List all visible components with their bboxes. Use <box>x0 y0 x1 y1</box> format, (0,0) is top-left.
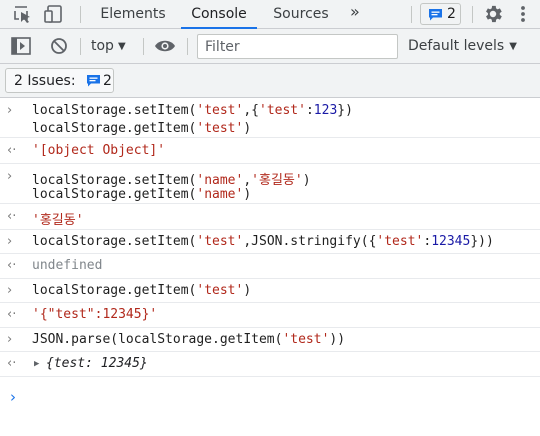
code-token: )) <box>329 332 346 347</box>
issues-counter-button[interactable]: 2 <box>420 3 461 25</box>
console-output-object[interactable]: {test: 12345} <box>46 356 148 371</box>
issue-message-icon <box>428 8 443 25</box>
string-token: 'test' <box>259 103 306 118</box>
inspect-element-icon[interactable] <box>12 4 34 24</box>
string-token: 'test' <box>196 283 244 298</box>
console-output-value[interactable]: '[object Object]' <box>32 143 165 158</box>
console-input-row: › localStorage.setItem('name','홍길동') loc… <box>0 164 540 204</box>
code-token: localStorage.getItem( <box>32 283 197 298</box>
console-output-row: ‹· '홍길동' <box>0 204 540 230</box>
console-input-line: localStorage.getItem('test') <box>32 283 251 298</box>
console-messages: › localStorage.setItem('test',{'test':12… <box>0 98 540 377</box>
issues-bar: 2 Issues: 2 <box>0 64 540 98</box>
code-token: JSON.parse(localStorage.getItem( <box>32 332 283 347</box>
gear-icon[interactable] <box>482 3 504 23</box>
expand-triangle-icon[interactable]: ▶ <box>34 359 39 369</box>
toolbar-divider <box>80 38 81 55</box>
issues-button[interactable]: 2 Issues: 2 <box>5 68 114 93</box>
toolbar-divider <box>472 6 473 23</box>
code-token: ) <box>302 173 311 188</box>
console-output-row: ‹· '{"test":12345}' <box>0 303 540 328</box>
number-token: 123 <box>313 103 338 118</box>
console-output-value[interactable]: undefined <box>32 258 102 273</box>
console-prompt-icon[interactable]: › <box>10 388 16 406</box>
output-arrow-icon: ‹· <box>7 307 17 322</box>
code-token: ) <box>243 283 252 298</box>
number-token: 12345 <box>431 234 471 249</box>
toolbar-divider <box>411 6 412 23</box>
tab-sources[interactable]: Sources <box>265 0 337 28</box>
console-input-line: localStorage.setItem('name','홍길동') <box>32 169 311 188</box>
input-chevron-icon: › <box>7 234 13 249</box>
devtools-tab-bar: Elements Console Sources » 2 <box>0 0 540 29</box>
toolbar-divider <box>80 6 81 23</box>
string-token: 'test' <box>196 103 244 118</box>
code-token: localStorage.setItem( <box>32 234 197 249</box>
console-input-line: localStorage.getItem('name') <box>32 187 251 202</box>
output-arrow-icon: ‹· <box>7 209 17 224</box>
device-toolbar-icon[interactable] <box>44 4 66 24</box>
clear-console-icon[interactable] <box>50 37 72 57</box>
console-output-value[interactable]: '{"test":12345}' <box>32 307 157 322</box>
output-arrow-icon: ‹· <box>7 258 17 273</box>
output-arrow-icon: ‹· <box>7 143 17 158</box>
string-token: 'name' <box>196 187 244 202</box>
tab-elements[interactable]: Elements <box>93 0 173 28</box>
string-token: 'name' <box>196 173 244 188</box>
issues-label: 2 Issues: <box>14 73 76 89</box>
code-token: localStorage.setItem( <box>32 103 197 118</box>
string-token: 'test' <box>376 234 424 249</box>
string-token: '홍길동' <box>251 173 303 188</box>
context-label: top <box>91 38 114 54</box>
tab-console[interactable]: Console <box>181 0 257 29</box>
toolbar-divider <box>187 38 188 55</box>
output-arrow-icon: ‹· <box>7 356 17 371</box>
code-token: }) <box>337 103 353 118</box>
code-token: ) <box>243 121 252 136</box>
console-input-row: › localStorage.setItem('test',{'test':12… <box>0 98 540 138</box>
code-token: ,JSON.stringify({ <box>243 234 377 249</box>
code-token: ) <box>243 187 252 202</box>
console-output-row: ‹· undefined <box>0 254 540 279</box>
string-token: 'test' <box>196 121 244 136</box>
console-input-line: localStorage.setItem('test',JSON.stringi… <box>32 234 494 249</box>
log-levels-dropdown[interactable]: Default levels ▼ <box>408 38 517 54</box>
issues-count: 2 <box>447 6 456 22</box>
input-chevron-icon: › <box>7 283 13 298</box>
context-selector[interactable]: top ▼ <box>91 38 126 54</box>
code-token: })) <box>470 234 494 249</box>
log-levels-label: Default levels <box>408 38 505 54</box>
chevron-down-icon: ▼ <box>509 41 517 52</box>
code-token: localStorage.getItem( <box>32 187 197 202</box>
code-token: : <box>305 103 314 118</box>
code-token: , <box>243 173 252 188</box>
input-chevron-icon: › <box>7 332 13 347</box>
console-output-value[interactable]: '홍길동' <box>32 209 84 228</box>
live-expression-icon[interactable] <box>154 38 176 58</box>
toolbar-divider <box>143 38 144 55</box>
console-input-line: JSON.parse(localStorage.getItem('test')) <box>32 332 345 347</box>
code-token: ,{ <box>243 103 259 118</box>
show-sidebar-icon[interactable] <box>11 37 33 57</box>
more-tabs-button[interactable]: » <box>350 2 360 21</box>
console-toolbar: top▼ Default levels▼ <box>0 29 540 64</box>
console-input-row: › localStorage.setItem('test',JSON.strin… <box>0 230 540 254</box>
string-token: 'test' <box>196 234 244 249</box>
more-vertical-icon[interactable] <box>516 4 530 24</box>
console-output-row: ‹· '[object Object]' <box>0 138 540 164</box>
string-token: 'test' <box>282 332 330 347</box>
input-chevron-icon: › <box>7 103 13 118</box>
console-input-row: › JSON.parse(localStorage.getItem('test'… <box>0 328 540 352</box>
code-token: localStorage.setItem( <box>32 173 197 188</box>
console-output-row: ‹· ▶ {test: 12345} <box>0 352 540 377</box>
input-chevron-icon: › <box>7 169 13 184</box>
chevron-down-icon: ▼ <box>117 41 126 52</box>
console-input-line: localStorage.setItem('test',{'test':123}… <box>32 103 353 118</box>
issue-message-icon <box>86 74 101 91</box>
filter-input[interactable] <box>197 34 398 59</box>
console-input-line: localStorage.getItem('test') <box>32 121 251 136</box>
console-input-row: › localStorage.getItem('test') <box>0 279 540 303</box>
code-token: localStorage.getItem( <box>32 121 197 136</box>
issues-count: 2 <box>103 73 112 89</box>
